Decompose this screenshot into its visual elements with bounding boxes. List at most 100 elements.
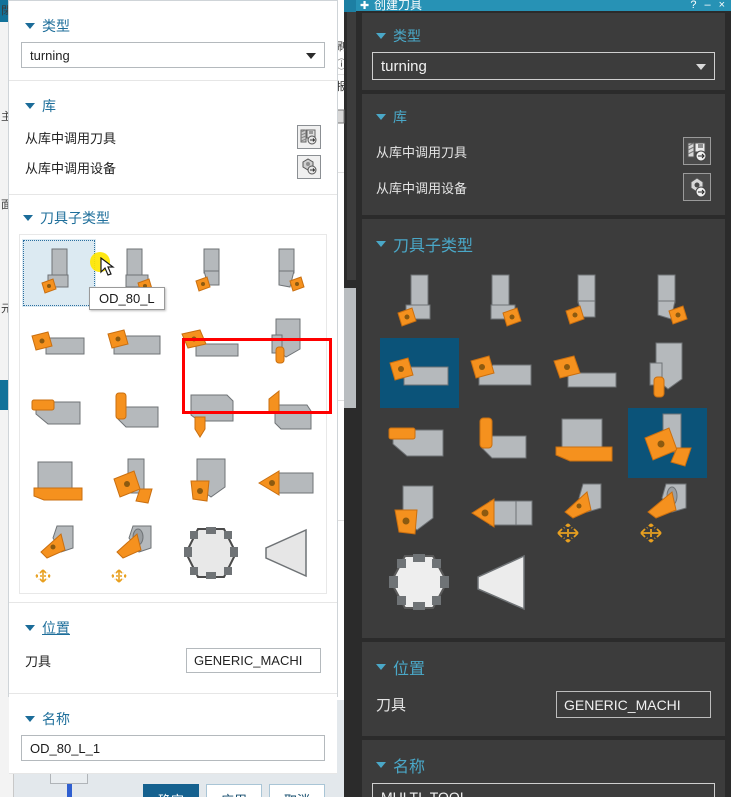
tool-subtype-cell[interactable] (250, 239, 324, 307)
position-tool-value: GENERIC_MACHI (564, 696, 681, 713)
tool-subtype-cell-empty (546, 548, 625, 618)
subtype-section-title: 刀具子类型 (393, 238, 474, 255)
name-section-dark: 名称 MULTI_TOOL (362, 740, 725, 797)
position-section-light: 位置 刀具 GENERIC_MACHI (9, 603, 337, 694)
chevron-down-icon (376, 762, 386, 768)
create-tool-dialog-dark: ✚ 创建刀具 ? – × 类型 turning 库 从库中调用刀具 从库中调用设… (356, 0, 731, 797)
title-bar-buttons: ? – × (690, 0, 725, 11)
position-section-dark: 位置 刀具 GENERIC_MACHI (362, 642, 725, 736)
type-combo-value: turning (381, 57, 427, 75)
tool-subtype-cell[interactable] (98, 519, 172, 587)
dialog-title: 创建刀具 (374, 0, 423, 11)
tool-subtype-cell[interactable] (463, 548, 542, 618)
retrieve-tool-from-library-icon[interactable] (683, 137, 711, 165)
tool-subtype-cell[interactable] (174, 519, 248, 587)
position-tool-combo[interactable]: GENERIC_MACHI (556, 691, 711, 718)
tool-subtype-cell[interactable] (546, 408, 625, 478)
tool-subtype-cell[interactable] (380, 478, 459, 548)
library-section-light: 库 从库中调用刀具 从库中调用设备 (9, 81, 337, 195)
close-button[interactable]: × (719, 0, 725, 11)
tool-subtype-cell[interactable] (250, 449, 324, 517)
retrieve-device-from-library-icon[interactable] (297, 155, 321, 179)
retrieve-device-row-light: 从库中调用设备 (21, 152, 325, 182)
type-section-header-light[interactable]: 类型 (21, 9, 325, 42)
library-section-header-light[interactable]: 库 (21, 89, 325, 122)
chevron-down-icon (376, 664, 386, 670)
tool-subtype-cell[interactable] (174, 239, 248, 307)
tool-subtype-cell[interactable] (380, 268, 459, 338)
chevron-down-icon (306, 53, 316, 59)
tool-subtype-cell[interactable] (22, 309, 96, 377)
chevron-down-icon (376, 114, 386, 120)
tool-subtype-cell[interactable] (628, 338, 707, 408)
library-section-header-dark[interactable]: 库 (372, 100, 715, 133)
tool-name-input-dark[interactable]: MULTI_TOOL (372, 783, 715, 797)
tool-subtype-cell[interactable] (98, 449, 172, 517)
retrieve-tool-label: 从库中调用刀具 (25, 130, 117, 146)
retrieve-device-label: 从库中调用设备 (25, 160, 117, 176)
tool-subtype-cell[interactable] (463, 478, 542, 548)
tool-name-value: OD_80_L_1 (30, 740, 101, 756)
subtype-section-header-dark[interactable]: 刀具子类型 (372, 225, 715, 262)
chevron-down-icon (23, 215, 33, 221)
tool-subtype-cell[interactable] (546, 338, 625, 408)
tool-subtype-cell[interactable] (546, 268, 625, 338)
name-section-header-light[interactable]: 名称 (21, 702, 325, 735)
tool-subtype-cell-empty (628, 548, 707, 618)
dialog-button-bar-light: 确定 应用 取消 (9, 774, 337, 797)
tool-subtype-cell[interactable] (22, 239, 96, 307)
position-tool-value: GENERIC_MACHI (194, 653, 303, 668)
type-combo-light[interactable]: turning (21, 42, 325, 68)
type-combo-dark[interactable]: turning (372, 52, 715, 80)
tool-subtype-cell[interactable] (22, 379, 96, 447)
tool-subtype-cell[interactable] (250, 309, 324, 377)
help-button[interactable]: ? (690, 0, 696, 11)
name-section-light: 名称 OD_80_L_1 (9, 694, 337, 774)
tool-subtype-cell[interactable] (546, 478, 625, 548)
tool-subtype-grid-light (20, 235, 326, 593)
library-section-dark: 库 从库中调用刀具 从库中调用设备 (362, 94, 725, 215)
tool-subtype-cell[interactable] (380, 548, 459, 618)
tool-subtype-cell[interactable] (98, 309, 172, 377)
position-section-header-dark[interactable]: 位置 (372, 648, 715, 685)
tool-subtype-cell[interactable] (380, 338, 459, 408)
tool-subtype-cell[interactable] (250, 519, 324, 587)
minimize-button[interactable]: – (704, 0, 710, 11)
subtype-section-title: 刀具子类型 (40, 210, 110, 226)
position-section-title: 位置 (42, 620, 70, 636)
cancel-button[interactable]: 取消 (268, 784, 325, 797)
position-section-header-light[interactable]: 位置 (21, 611, 325, 644)
position-tool-row-light: 刀具 GENERIC_MACHI (21, 644, 325, 681)
type-section-header-dark[interactable]: 类型 (372, 19, 715, 52)
tool-subtype-cell[interactable] (463, 338, 542, 408)
position-tool-label: 刀具 (25, 654, 52, 669)
ok-button[interactable]: 确定 (142, 784, 199, 797)
tool-subtype-cell[interactable] (380, 408, 459, 478)
retrieve-tool-from-library-icon[interactable] (297, 125, 321, 149)
name-section-header-dark[interactable]: 名称 (372, 746, 715, 783)
tool-subtype-cell[interactable] (22, 519, 96, 587)
tool-subtype-cell[interactable] (22, 449, 96, 517)
tool-subtype-cell[interactable] (98, 379, 172, 447)
chevron-down-icon (25, 625, 35, 631)
subtype-section-header-light[interactable]: 刀具子类型 (19, 201, 327, 234)
tool-subtype-cell[interactable] (463, 408, 542, 478)
tool-subtype-cell[interactable] (174, 379, 248, 447)
retrieve-device-from-library-icon[interactable] (683, 173, 711, 201)
name-section-title: 名称 (393, 759, 426, 776)
position-section-title: 位置 (393, 661, 426, 678)
tool-subtype-cell[interactable] (463, 268, 542, 338)
tool-subtype-cell[interactable] (174, 309, 248, 377)
position-tool-combo[interactable]: GENERIC_MACHI (186, 648, 321, 673)
tool-subtype-cell[interactable] (174, 449, 248, 517)
apply-button[interactable]: 应用 (205, 784, 262, 797)
type-section-light: 类型 turning (9, 1, 337, 81)
tool-subtype-cell[interactable] (628, 268, 707, 338)
tool-subtype-cell[interactable] (628, 478, 707, 548)
dialog-title-bar-dark[interactable]: ✚ 创建刀具 ? – × (356, 0, 731, 11)
tool-subtype-cell[interactable] (628, 408, 707, 478)
tool-subtype-cell[interactable] (250, 379, 324, 447)
tool-name-input-light[interactable]: OD_80_L_1 (21, 735, 325, 761)
retrieve-tool-label: 从库中调用刀具 (376, 144, 468, 160)
create-tool-dialog-light: 类型 turning 库 从库中调用刀具 从库中调用设备 刀具子类型 OD_80… (8, 0, 338, 797)
